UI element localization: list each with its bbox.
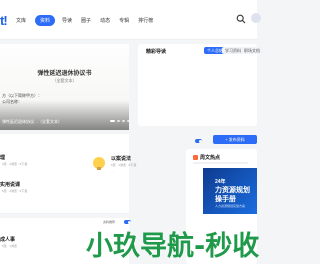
nav-item-paihang[interactable]: 排行榜 — [138, 17, 153, 24]
doc-item-title[interactable]: 理 — [0, 154, 5, 161]
search-icon[interactable] — [236, 14, 246, 24]
doc-item-title[interactable]: 以案说法 — [111, 155, 131, 162]
nav-item-quanzi[interactable]: 圈子 — [81, 17, 91, 24]
hot-list — [193, 162, 248, 166]
banner-caption: 弹性延迟退休协议…（全套文本） — [2, 119, 62, 124]
banner-title: 弹性延迟退休协议书 — [37, 71, 92, 77]
lightbulb-icon — [93, 157, 105, 170]
carousel-dot[interactable] — [122, 120, 125, 122]
hot-title: 周文热点 — [200, 155, 221, 161]
promo-heading-2: 操手册 — [215, 196, 236, 203]
doc-item-meta: 6页 · 1浏览 · 0下载 — [111, 163, 137, 167]
doc-item-title[interactable]: 成人事 — [0, 236, 15, 243]
banner-carousel[interactable]: 弹性延迟退休协议书 （全套文本） 方（以下简称甲方）： 公司名称： — [0, 44, 129, 130]
watermark-text: 小玖导航-秒收 — [86, 231, 260, 262]
promo-card[interactable]: 24年 力资源规划 操手册 人力资源规划实施方案 — [203, 168, 257, 214]
document-list — [0, 134, 129, 214]
nav-item-dongtai[interactable]: 动态 — [100, 17, 110, 24]
section-toggle[interactable] — [195, 139, 202, 143]
carousel-dot[interactable] — [110, 120, 115, 122]
promo-year: 24年 — [215, 179, 226, 185]
site-logo[interactable]: t! — [0, 13, 8, 28]
doc-item-title[interactable]: 实用说课 — [0, 181, 20, 188]
carousel-dot[interactable] — [127, 120, 130, 122]
carousel-dots[interactable] — [110, 120, 130, 122]
banner-subtitle: （全套文本） — [52, 78, 77, 83]
doc-item-meta: 5页 · 1浏览 — [2, 244, 18, 248]
doc-item-meta: 6页 · 2浏览 · 0下载 — [2, 189, 28, 193]
nav-item-ziliao[interactable]: 资料 — [35, 15, 56, 26]
doc-item-desc: ... — [111, 169, 114, 173]
main-nav: 文库 资料 导读 圈子 动态 专辑 排行榜 — [16, 15, 162, 26]
nav-item-daodu[interactable]: 导读 — [62, 17, 72, 24]
divider — [0, 213, 129, 214]
tab-workplace-docs[interactable]: 职场文档 — [241, 47, 263, 54]
recommend-title: 精彩导读 — [146, 49, 167, 55]
nav-item-zhuanji[interactable]: 专辑 — [119, 17, 129, 24]
recommend-panel: 精彩导读 个人总结 学习资料 职场文档 — [138, 44, 263, 126]
avatar[interactable] — [251, 13, 261, 23]
top-bar: t! 文库 资料 导读 圈子 动态 专辑 排行榜 — [0, 0, 261, 40]
doc-item-meta: 3页 · 2浏览 · 5下载 — [2, 162, 28, 166]
hot-list-line — [193, 162, 248, 164]
fire-icon — [193, 155, 198, 160]
carousel-dot[interactable] — [117, 120, 120, 122]
banner-overlay — [0, 100, 129, 130]
publish-button[interactable]: + 发布资料 — [213, 135, 257, 144]
promo-subtitle: 人力资源规划实施方案 — [215, 204, 246, 208]
nav-item-wenku[interactable]: 文库 — [16, 17, 26, 24]
